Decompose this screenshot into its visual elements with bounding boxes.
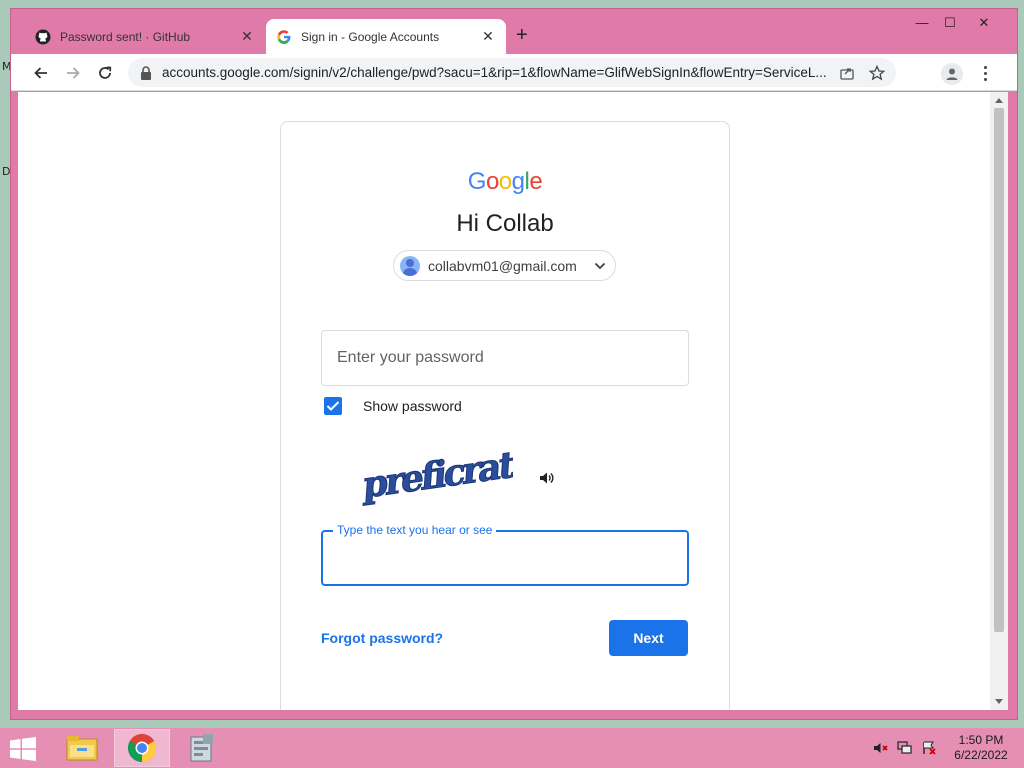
profile-icon[interactable] [941, 63, 963, 85]
windows-start-icon[interactable] [10, 737, 38, 761]
show-password-checkbox[interactable] [324, 397, 342, 415]
forgot-password-link[interactable]: Forgot password? [321, 630, 443, 646]
network-icon[interactable] [896, 740, 914, 756]
scroll-down-icon[interactable] [995, 699, 1003, 704]
logo-letter: o [485, 168, 499, 195]
lock-icon[interactable] [140, 65, 152, 80]
scroll-up-icon[interactable] [995, 98, 1003, 103]
captcha-field[interactable]: Type the text you hear or see [321, 523, 689, 586]
tab-google-signin[interactable]: Sign in - Google Accounts ✕ [266, 19, 506, 54]
close-tab-icon[interactable]: ✕ [239, 28, 255, 45]
tab-github[interactable]: Password sent! · GitHub ✕ [25, 19, 265, 54]
github-icon [35, 29, 51, 45]
greeting-heading: Hi Collab [456, 210, 554, 237]
app-icon[interactable] [174, 729, 230, 767]
browser-window: Password sent! · GitHub ✕ Sign in - Goog… [10, 8, 1018, 720]
tab-title: Sign in - Google Accounts [301, 29, 440, 44]
show-password-label: Show password [363, 398, 462, 414]
address-bar[interactable]: accounts.google.com/signin/v2/challenge/… [128, 58, 896, 87]
bookmark-star-icon[interactable] [866, 62, 888, 84]
captcha-image: preficrati [353, 440, 527, 512]
action-center-icon[interactable] [920, 740, 938, 756]
close-tab-icon[interactable]: ✕ [480, 28, 496, 45]
back-icon[interactable] [29, 61, 53, 85]
captcha-text: preficrati [362, 442, 513, 507]
url-text[interactable]: accounts.google.com/signin/v2/challenge/… [162, 65, 836, 80]
google-logo: Google [281, 168, 729, 196]
audio-captcha-icon[interactable] [537, 469, 555, 487]
account-email: collabvm01@gmail.com [428, 257, 577, 274]
clock-date: 6/22/2022 [954, 748, 1008, 762]
page-viewport: Google Hi Collab collabvm01@gmail.com Sh… [18, 92, 1008, 710]
menu-kebab-icon[interactable] [977, 62, 993, 84]
forward-icon[interactable] [61, 61, 85, 85]
share-icon[interactable] [836, 62, 858, 84]
google-g-icon [276, 29, 292, 45]
avatar [400, 255, 420, 276]
chevron-down-icon [591, 257, 609, 275]
logo-letter: e [529, 168, 543, 195]
scrollbar-thumb[interactable] [994, 108, 1004, 632]
account-chip[interactable]: collabvm01@gmail.com [393, 250, 616, 281]
new-tab-button[interactable]: + [516, 25, 528, 45]
maximize-button[interactable]: ☐ [937, 13, 963, 33]
show-password-toggle[interactable]: Show password [324, 397, 462, 415]
clock-time: 1:50 PM [958, 733, 1004, 747]
logo-letter: g [511, 168, 525, 195]
tab-strip: Password sent! · GitHub ✕ Sign in - Goog… [11, 9, 1017, 54]
captcha-input[interactable] [336, 550, 676, 568]
browser-toolbar: accounts.google.com/signin/v2/challenge/… [11, 54, 1017, 91]
taskbar-clock[interactable]: 1:50 PM 6/22/2022 [946, 733, 1016, 763]
password-input[interactable] [337, 349, 688, 367]
logo-letter: G [467, 168, 487, 195]
next-button[interactable]: Next [609, 620, 688, 656]
minimize-button[interactable]: — [909, 13, 935, 33]
file-explorer-icon[interactable] [54, 729, 110, 767]
page-scrollbar[interactable] [990, 92, 1008, 710]
captcha-field-label: Type the text you hear or see [333, 523, 497, 537]
reload-icon[interactable] [93, 61, 117, 85]
signin-card: Google Hi Collab collabvm01@gmail.com Sh… [280, 121, 730, 710]
logo-letter: o [498, 168, 512, 195]
taskbar: 1:50 PM 6/22/2022 [0, 728, 1024, 768]
password-field[interactable] [321, 330, 689, 386]
close-window-button[interactable]: ✕ [971, 13, 997, 33]
chrome-icon[interactable] [114, 729, 170, 767]
tab-title: Password sent! · GitHub [60, 29, 191, 44]
volume-muted-icon[interactable] [872, 740, 890, 756]
